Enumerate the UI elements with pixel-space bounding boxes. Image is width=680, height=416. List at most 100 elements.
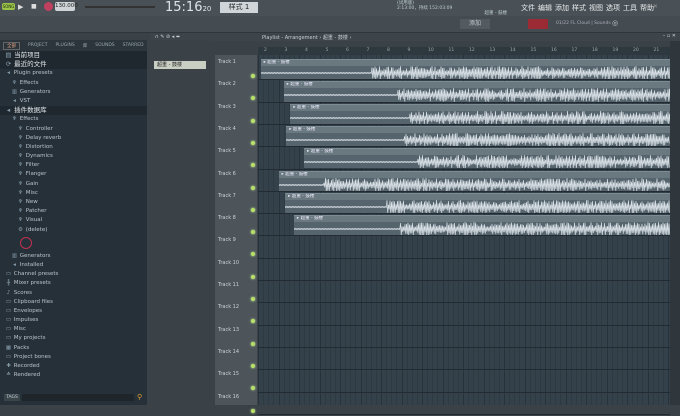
browser-item[interactable]: ♆ Distortion [0,143,147,152]
browser-item[interactable]: ◂ Installed [0,261,147,270]
browser-item[interactable]: ♆ Patcher [0,207,147,216]
playlist-grid[interactable]: ▸ 超重 - 鼓楼 ▸ 超重 - 鼓楼 ▸ 超重 - 鼓楼 ▸ 超重 - 鼓楼 ▸ 超重… [258,55,670,415]
vertical-scrollbar[interactable] [670,41,680,405]
browser-item[interactable]: ♆ Dynamics [0,152,147,161]
browser-item[interactable]: ♆ Effects [0,79,147,88]
track-header[interactable]: Track 11 [215,282,257,304]
track-header[interactable]: Track 7 [215,193,257,215]
browser-item[interactable]: ♆ Misc [0,189,147,198]
audio-clip[interactable]: ▸ 超重 - 鼓楼 [260,59,670,80]
browser-item[interactable]: ♆ Controller [0,125,147,134]
browser-search-input[interactable] [22,394,134,401]
track-header[interactable]: Track 2 [215,81,257,103]
browser-item[interactable]: ♆ Effects [0,115,147,124]
tags-button[interactable]: TAGS [4,394,20,401]
timeline-ruler[interactable]: 2 3 4 5 6 7 8 9 10 11 12 13 14 15 16 17 18 19 20 21 [258,47,670,55]
browser-item[interactable]: ♆ Visual [0,216,147,225]
track-enable-led[interactable] [251,96,255,101]
browser-item[interactable]: ◂ Plugin presets [0,69,147,78]
track-enable-led[interactable] [251,230,255,235]
panel-controls[interactable]: – ▫ ✕ [663,33,676,39]
browser-item[interactable]: ▦ Packs [0,344,147,353]
track-enable-led[interactable] [251,363,255,368]
audio-clip[interactable]: ▸ 超重 - 鼓楼 [278,170,670,191]
browser-item[interactable]: ♪ Scores [0,289,147,298]
browser-item[interactable]: ▭ Channel presets [0,270,147,279]
track-enable-led[interactable] [251,297,255,301]
browser-item[interactable]: ▭ Envelopes [0,307,147,316]
menu-item[interactable]: 文件 [521,4,535,12]
track-header[interactable]: Track 14 [215,349,257,371]
menu-item[interactable]: 选项 [606,4,620,12]
browser-tab[interactable]: SOUNDS [95,43,114,48]
pattern-selector[interactable]: 样式 1 [220,2,258,13]
browser-item[interactable]: ▥ Generators [0,252,147,261]
add-button[interactable]: 添加 [460,19,490,29]
master-volume-slider[interactable] [85,6,155,8]
track-header[interactable]: Track 1 [215,59,257,81]
audio-clip[interactable]: ▸ 超重 - 鼓楼 [286,125,670,147]
track-enable-led[interactable] [251,185,255,190]
browser-item[interactable]: ♆ Filter [0,161,147,170]
menu-item[interactable]: 视图 [589,4,603,12]
track-header[interactable]: Track 4 [215,126,257,148]
track-header[interactable]: Track 8 [215,215,257,237]
menu-item[interactable]: 样式 [572,4,586,12]
window-controls[interactable]: – ▫ ✕ [642,3,658,10]
browser-item[interactable]: ▭ Impulses [0,316,147,325]
browser-item[interactable]: ♆ Flanger [0,170,147,179]
stop-button[interactable]: ■ [31,3,37,10]
play-button[interactable]: ▶ [18,3,23,11]
track-enable-led[interactable] [251,252,255,257]
track-enable-led[interactable] [251,207,255,212]
browser-item[interactable]: ╫ Mixer presets [0,279,147,288]
browser-item[interactable]: ◂ VST [0,97,147,106]
menu-item[interactable]: 编辑 [538,4,552,12]
browser-tab[interactable]: PLUGINS [55,43,74,48]
record-button[interactable] [44,2,53,11]
track-header[interactable]: Track 10 [215,260,257,282]
menu-item[interactable]: 添加 [555,4,569,12]
audio-clip[interactable]: ▸ 超重 - 鼓楼 [290,103,670,124]
track-header[interactable]: Track 5 [215,148,257,170]
browser-tab[interactable]: 库 [83,43,88,49]
audio-clip[interactable]: ▸ 超重 - 鼓楼 [293,215,670,236]
track-enable-led[interactable] [251,319,255,324]
track-enable-led[interactable] [251,163,255,168]
track-enable-led[interactable] [251,386,255,391]
channel-item[interactable]: 超重 - 鼓楼 [154,61,206,69]
browser-item[interactable]: ▭ Clipboard files [0,298,147,307]
audio-clip[interactable]: ▸ 超重 - 鼓楼 [283,81,670,102]
audio-clip[interactable]: ▸ 超重 - 鼓楼 [285,192,670,214]
browser-tab[interactable]: STARRED [123,43,144,48]
track-enable-led[interactable] [251,408,255,413]
track-header[interactable]: Track 12 [215,304,257,326]
track-header[interactable]: Track 13 [215,327,257,349]
browser-item[interactable]: ▭ Misc [0,325,147,334]
tempo-field[interactable]: 130.000 [55,2,78,11]
track-header[interactable]: Track 9 [215,237,257,259]
browser-item[interactable]: ▤ 当前项目 [0,51,147,61]
browser-item[interactable]: ▭ Project bones [0,353,147,362]
browser-item[interactable]: ⟳ 最近的文件 [0,60,147,70]
browser-item[interactable]: ≛ Rendered [0,371,147,380]
track-enable-led[interactable] [251,74,255,78]
browser-item[interactable]: ⚙ (delete) [0,226,147,235]
search-icon[interactable]: ⚲ [137,393,142,401]
browser-item[interactable]: ♆ New [0,198,147,207]
track-enable-led[interactable] [251,341,255,346]
color-swatch[interactable] [528,19,548,29]
browser-item[interactable]: ♆ Delay reverb [0,134,147,143]
track-enable-led[interactable] [251,274,255,279]
track-enable-led[interactable] [251,140,255,145]
browser-tab[interactable]: 全部 [3,41,20,50]
browser-item[interactable] [0,235,147,252]
menu-item[interactable]: 工具 [623,4,637,12]
song-mode-toggle[interactable]: SONG [2,3,15,10]
browser-tab[interactable]: PROJECT [28,43,47,48]
browser-item[interactable]: ◂ 插件数据库 [0,106,147,116]
browser-item[interactable]: ▥ Generators [0,88,147,97]
browser-item[interactable]: ▭ My projects [0,334,147,343]
browser-item[interactable]: ♆ Gain [0,180,147,189]
browser-item[interactable]: ✚ Recorded [0,362,147,371]
